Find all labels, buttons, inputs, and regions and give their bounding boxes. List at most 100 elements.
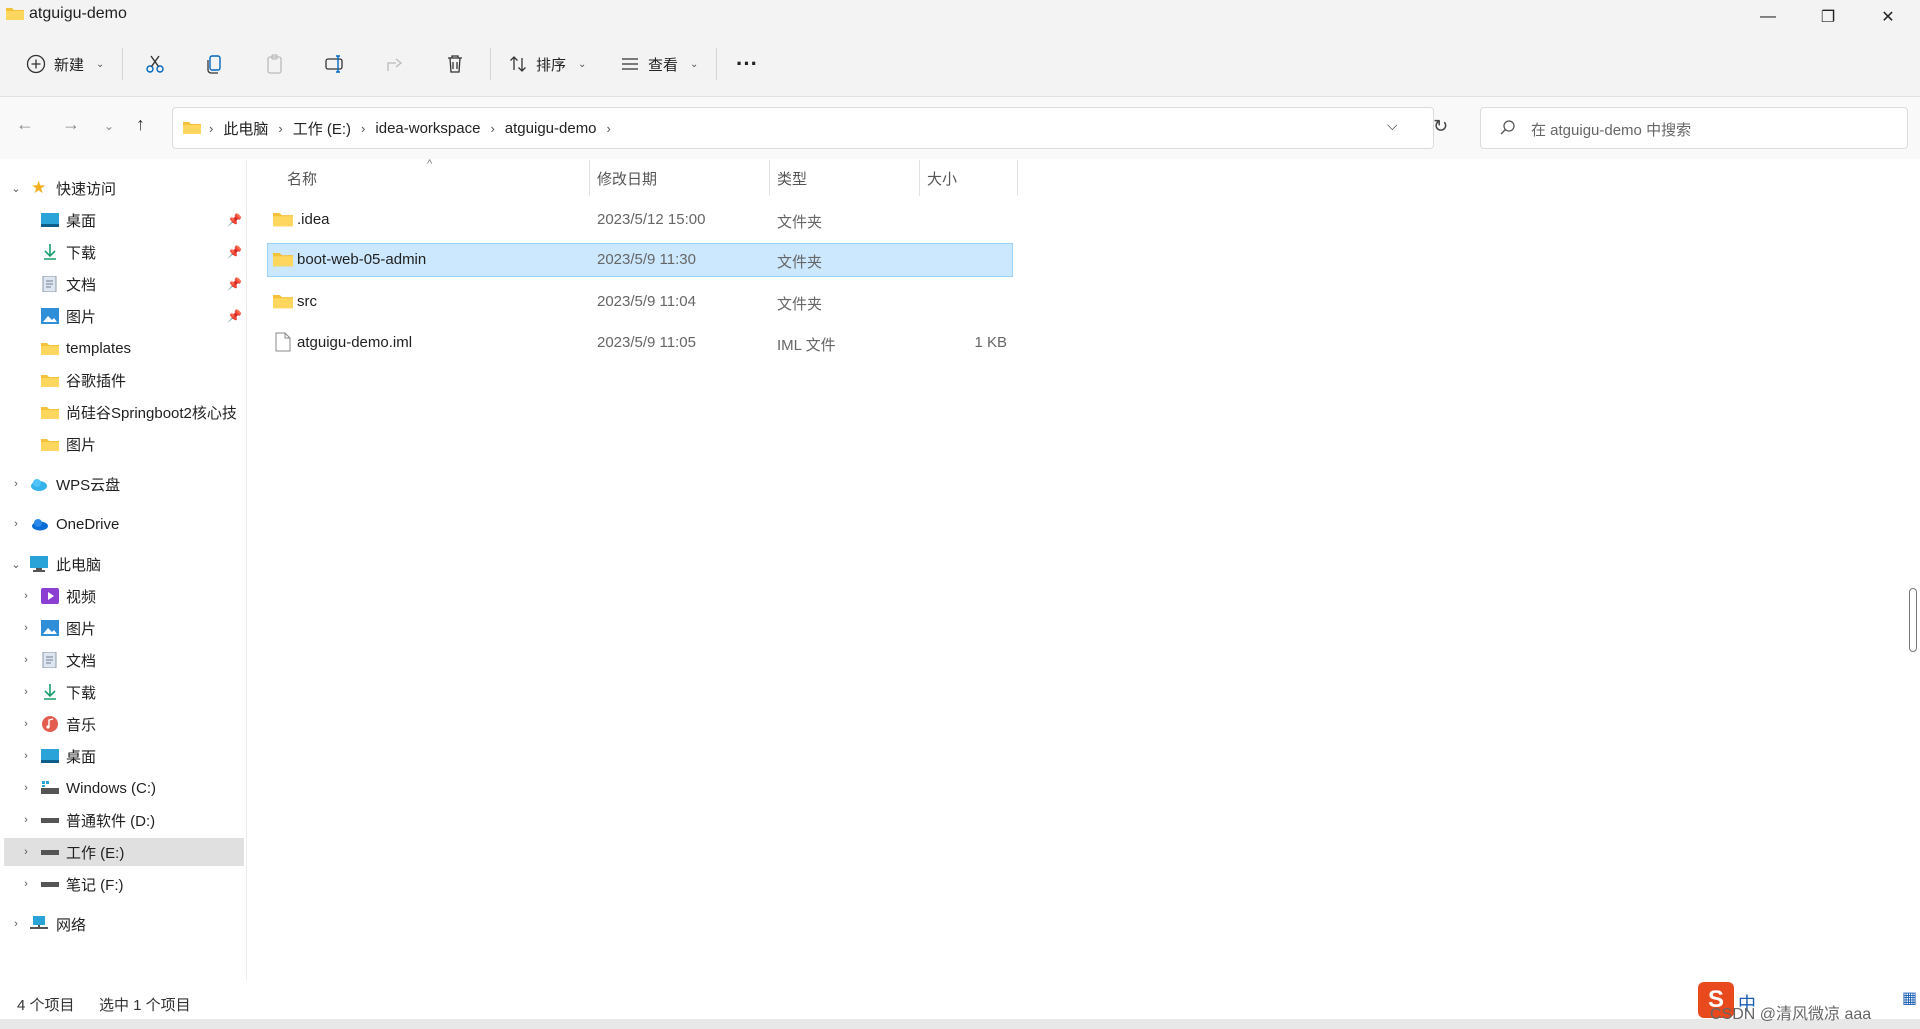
- file-row-atguigu-demo-iml[interactable]: atguigu-demo.iml 2023/5/9 11:05 IML 文件 1…: [267, 326, 1013, 360]
- chevron-down-icon[interactable]: ⌄: [10, 182, 22, 195]
- sidebar-item-drive-c[interactable]: › Windows (C:): [0, 774, 246, 802]
- file-modified: 2023/5/12 15:00: [597, 211, 706, 228]
- chevron-right-icon[interactable]: ›: [20, 750, 32, 762]
- file-row-src[interactable]: src 2023/5/9 11:04 文件夹: [267, 285, 1013, 319]
- sidebar-item-videos[interactable]: › 视频: [0, 582, 246, 610]
- breadcrumb-item[interactable]: 此电脑: [223, 118, 268, 139]
- up-arrow-icon[interactable]: ↑: [136, 114, 145, 135]
- plus-circle-icon: [26, 54, 46, 74]
- pin-icon: 📌: [227, 277, 242, 291]
- more-options-button[interactable]: ···: [736, 46, 758, 82]
- file-list: 名称 ^ 修改日期 类型 大小 .idea 2023/5/12 15:00 文件…: [247, 158, 1920, 980]
- sidebar-item-pc-documents[interactable]: › 文档: [0, 646, 246, 674]
- file-type: IML 文件: [777, 337, 836, 354]
- view-list-icon: [622, 58, 638, 70]
- back-arrow-icon[interactable]: ←: [16, 114, 34, 135]
- chevron-right-icon[interactable]: ›: [20, 718, 32, 730]
- sidebar-item-drive-e[interactable]: › 工作 (E:): [4, 838, 244, 866]
- computer-icon: [30, 556, 48, 572]
- view-button[interactable]: 查看 ⌄: [620, 46, 698, 82]
- sidebar-item-this-pc[interactable]: ⌄ 此电脑: [0, 550, 246, 578]
- paste-button[interactable]: [264, 46, 286, 82]
- chevron-right-icon[interactable]: ›: [10, 478, 22, 490]
- chevron-right-icon[interactable]: ›: [20, 622, 32, 634]
- column-header-size[interactable]: 大小: [927, 168, 957, 204]
- scrollbar-thumb[interactable]: [1909, 588, 1917, 652]
- column-header-name[interactable]: 名称: [287, 168, 317, 204]
- sidebar-item-onedrive[interactable]: › OneDrive: [0, 510, 246, 538]
- breadcrumb-item[interactable]: idea-workspace: [375, 120, 480, 137]
- folder-icon: [41, 343, 59, 355]
- column-divider[interactable]: [919, 160, 920, 196]
- minimize-button[interactable]: —: [1738, 0, 1798, 34]
- address-bar[interactable]: › 此电脑 › 工作 (E:) › idea-workspace › atgui…: [172, 107, 1448, 149]
- sidebar-item-drive-d[interactable]: › 普通软件 (D:): [0, 806, 246, 834]
- breadcrumb-item[interactable]: 工作 (E:): [293, 118, 351, 139]
- column-header-type[interactable]: 类型: [777, 168, 807, 204]
- new-button[interactable]: 新建 ⌄: [26, 46, 104, 82]
- sidebar-item-pictures-folder[interactable]: 图片: [0, 430, 246, 458]
- rename-button[interactable]: [324, 46, 346, 82]
- chevron-right-icon[interactable]: ›: [20, 782, 32, 794]
- ime-grid-icon[interactable]: ▦: [1902, 988, 1917, 1008]
- chevron-right-icon[interactable]: ›: [20, 590, 32, 602]
- chevron-right-icon[interactable]: ›: [10, 518, 22, 530]
- sidebar-item-pc-downloads[interactable]: › 下载: [0, 678, 246, 706]
- sidebar-item-templates[interactable]: templates: [0, 334, 246, 362]
- share-button[interactable]: [384, 46, 406, 82]
- sort-button[interactable]: 排序 ⌄: [508, 46, 586, 82]
- chevron-right-icon[interactable]: ›: [20, 814, 32, 826]
- pin-icon: 📌: [227, 245, 242, 259]
- search-box[interactable]: 在 atguigu-demo 中搜索: [1480, 107, 1908, 149]
- chevron-right-icon[interactable]: ›: [20, 654, 32, 666]
- sidebar-item-quick-access[interactable]: ⌄ ★ 快速访问: [0, 174, 246, 202]
- sidebar-label: templates: [66, 339, 132, 357]
- sidebar-item-pc-pictures[interactable]: › 图片: [0, 614, 246, 642]
- pictures-icon: [41, 620, 59, 636]
- share-icon: [387, 58, 403, 71]
- drive-icon: [41, 882, 59, 887]
- chevron-right-icon[interactable]: ›: [20, 878, 32, 890]
- recent-locations-chevron-icon[interactable]: ⌄: [104, 119, 114, 133]
- close-button[interactable]: ✕: [1858, 0, 1918, 34]
- column-header-modified[interactable]: 修改日期: [597, 168, 657, 204]
- file-row-idea[interactable]: .idea 2023/5/12 15:00 文件夹: [267, 203, 1013, 237]
- column-divider[interactable]: [769, 160, 770, 196]
- sidebar-item-documents[interactable]: 文档 📌: [0, 270, 246, 298]
- breadcrumb-separator[interactable]: ›: [607, 121, 611, 136]
- breadcrumb-separator[interactable]: ›: [490, 121, 494, 136]
- breadcrumb-separator[interactable]: ›: [278, 121, 282, 136]
- forward-arrow-icon[interactable]: →: [62, 114, 80, 135]
- toolbar-divider: [716, 48, 717, 80]
- breadcrumb-item[interactable]: atguigu-demo: [505, 120, 597, 137]
- copy-button[interactable]: [204, 46, 226, 82]
- column-divider[interactable]: [1017, 160, 1018, 196]
- column-divider[interactable]: [589, 160, 590, 196]
- sidebar-item-desktop[interactable]: 桌面 📌: [0, 206, 246, 234]
- sidebar-item-pc-desktop[interactable]: › 桌面: [0, 742, 246, 770]
- cut-button[interactable]: [144, 46, 166, 82]
- file-row-boot-web-05-admin[interactable]: boot-web-05-admin 2023/5/9 11:30 文件夹: [267, 243, 1013, 277]
- title-bar: atguigu-demo — ❐ ✕: [0, 0, 1920, 32]
- chevron-right-icon[interactable]: ›: [20, 686, 32, 698]
- sidebar-item-chrome-plugins[interactable]: 谷歌插件: [0, 366, 246, 394]
- chevron-down-icon[interactable]: ⌄: [10, 558, 22, 571]
- chevron-right-icon[interactable]: ›: [10, 918, 22, 930]
- sidebar-label: 快速访问: [56, 180, 117, 198]
- restore-button[interactable]: ❐: [1798, 0, 1858, 34]
- sidebar-item-wps-cloud[interactable]: › WPS云盘: [0, 470, 246, 498]
- file-type: 文件夹: [777, 254, 823, 271]
- sidebar-item-music[interactable]: › 音乐: [0, 710, 246, 738]
- address-history-chevron-icon[interactable]: ⌵: [1387, 117, 1398, 134]
- delete-button[interactable]: [444, 46, 466, 82]
- sidebar-label: 文档: [66, 652, 97, 670]
- status-bar: 4 个项目 选中 1 个项目: [0, 990, 1920, 1020]
- sidebar-item-springboot-course[interactable]: 尚硅谷Springboot2核心技: [0, 398, 246, 426]
- chevron-right-icon[interactable]: ›: [20, 846, 32, 858]
- refresh-icon[interactable]: ↻: [1433, 116, 1448, 137]
- sidebar-item-network[interactable]: › 网络: [0, 910, 246, 938]
- breadcrumb-separator[interactable]: ›: [361, 121, 365, 136]
- sidebar-item-downloads[interactable]: 下载 📌: [0, 238, 246, 266]
- sidebar-item-drive-f[interactable]: › 笔记 (F:): [0, 870, 246, 898]
- sidebar-item-pictures[interactable]: 图片 📌: [0, 302, 246, 330]
